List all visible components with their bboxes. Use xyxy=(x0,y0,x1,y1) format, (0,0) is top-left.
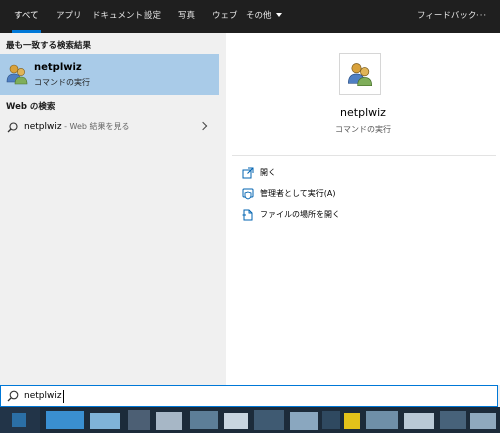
taskbar-app-icon[interactable] xyxy=(90,413,120,429)
best-match-title: netplwiz xyxy=(34,62,82,73)
chevron-right-icon[interactable] xyxy=(198,121,208,131)
search-scope-tabs: すべて アプリ ドキュメント 設定 写真 ウェブ その他 フィードバック ··· xyxy=(0,0,500,33)
best-match-item[interactable]: netplwiz コマンドの実行 xyxy=(0,54,219,95)
windows-icon[interactable] xyxy=(12,413,26,427)
users-icon xyxy=(347,63,373,87)
feedback-button[interactable]: フィードバック xyxy=(417,0,476,33)
tab-documents[interactable]: ドキュメント xyxy=(92,0,143,33)
tab-settings[interactable]: 設定 xyxy=(144,0,161,33)
search-box[interactable] xyxy=(0,385,498,407)
open-action-label: 開く xyxy=(260,168,276,177)
taskbar-tray[interactable] xyxy=(440,411,466,429)
search-icon xyxy=(7,122,18,133)
open-file-location-label: ファイルの場所を開く xyxy=(260,210,340,219)
best-match-subtitle: コマンドの実行 xyxy=(34,78,90,87)
best-match-heading: 最も一致する検索結果 xyxy=(6,41,92,51)
taskbar-app-icon[interactable] xyxy=(254,410,284,430)
taskbar-app-icon[interactable] xyxy=(46,411,84,429)
web-search-heading: Web の検索 xyxy=(6,102,56,112)
search-icon xyxy=(7,390,19,402)
file-location-icon xyxy=(242,209,253,221)
text-cursor xyxy=(63,390,64,403)
app-preview-icon xyxy=(339,53,381,95)
web-result-text: netplwiz - Web 結果を見る xyxy=(24,121,130,132)
app-preview-subtitle: コマンドの実行 xyxy=(335,125,391,134)
users-icon xyxy=(6,64,28,85)
web-result-query: netplwiz xyxy=(24,122,62,132)
taskbar-app-icon[interactable] xyxy=(290,412,318,430)
tab-photos[interactable]: 写真 xyxy=(178,0,195,33)
divider xyxy=(232,155,496,156)
tab-all[interactable]: すべて xyxy=(12,0,41,33)
web-search-result[interactable]: netplwiz - Web 結果を見る xyxy=(0,117,219,137)
taskbar-app-icon[interactable] xyxy=(190,411,218,429)
preview-pane: netplwiz コマンドの実行 開く 管理者として実行(A) ファイルの場所を… xyxy=(226,33,500,385)
taskbar-app-icon[interactable] xyxy=(128,410,150,430)
taskbar-tray[interactable] xyxy=(404,413,434,429)
taskbar-app-icon[interactable] xyxy=(322,411,340,429)
taskbar-clock[interactable] xyxy=(470,413,496,429)
shield-icon xyxy=(242,188,254,200)
taskbar-app-icon[interactable] xyxy=(344,413,360,429)
search-input[interactable] xyxy=(24,388,464,404)
taskbar-app-icon[interactable] xyxy=(366,411,398,429)
tab-more[interactable]: その他 xyxy=(246,0,282,33)
tab-apps[interactable]: アプリ xyxy=(56,0,82,33)
taskbar xyxy=(0,407,500,433)
app-preview-title: netplwiz xyxy=(340,106,386,119)
caret-down-icon xyxy=(275,13,282,17)
run-as-admin-label: 管理者として実行(A) xyxy=(260,189,336,198)
taskbar-app-icon[interactable] xyxy=(156,412,182,430)
tab-more-label: その他 xyxy=(246,11,272,21)
results-pane: 最も一致する検索結果 netplwiz コマンドの実行 Web の検索 netp… xyxy=(0,33,226,385)
taskbar-app-icon[interactable] xyxy=(224,413,248,429)
more-options-button[interactable]: ··· xyxy=(476,0,487,33)
tab-web[interactable]: ウェブ xyxy=(212,0,238,33)
open-icon xyxy=(242,167,254,179)
web-result-hint: - Web 結果を見る xyxy=(61,122,130,131)
